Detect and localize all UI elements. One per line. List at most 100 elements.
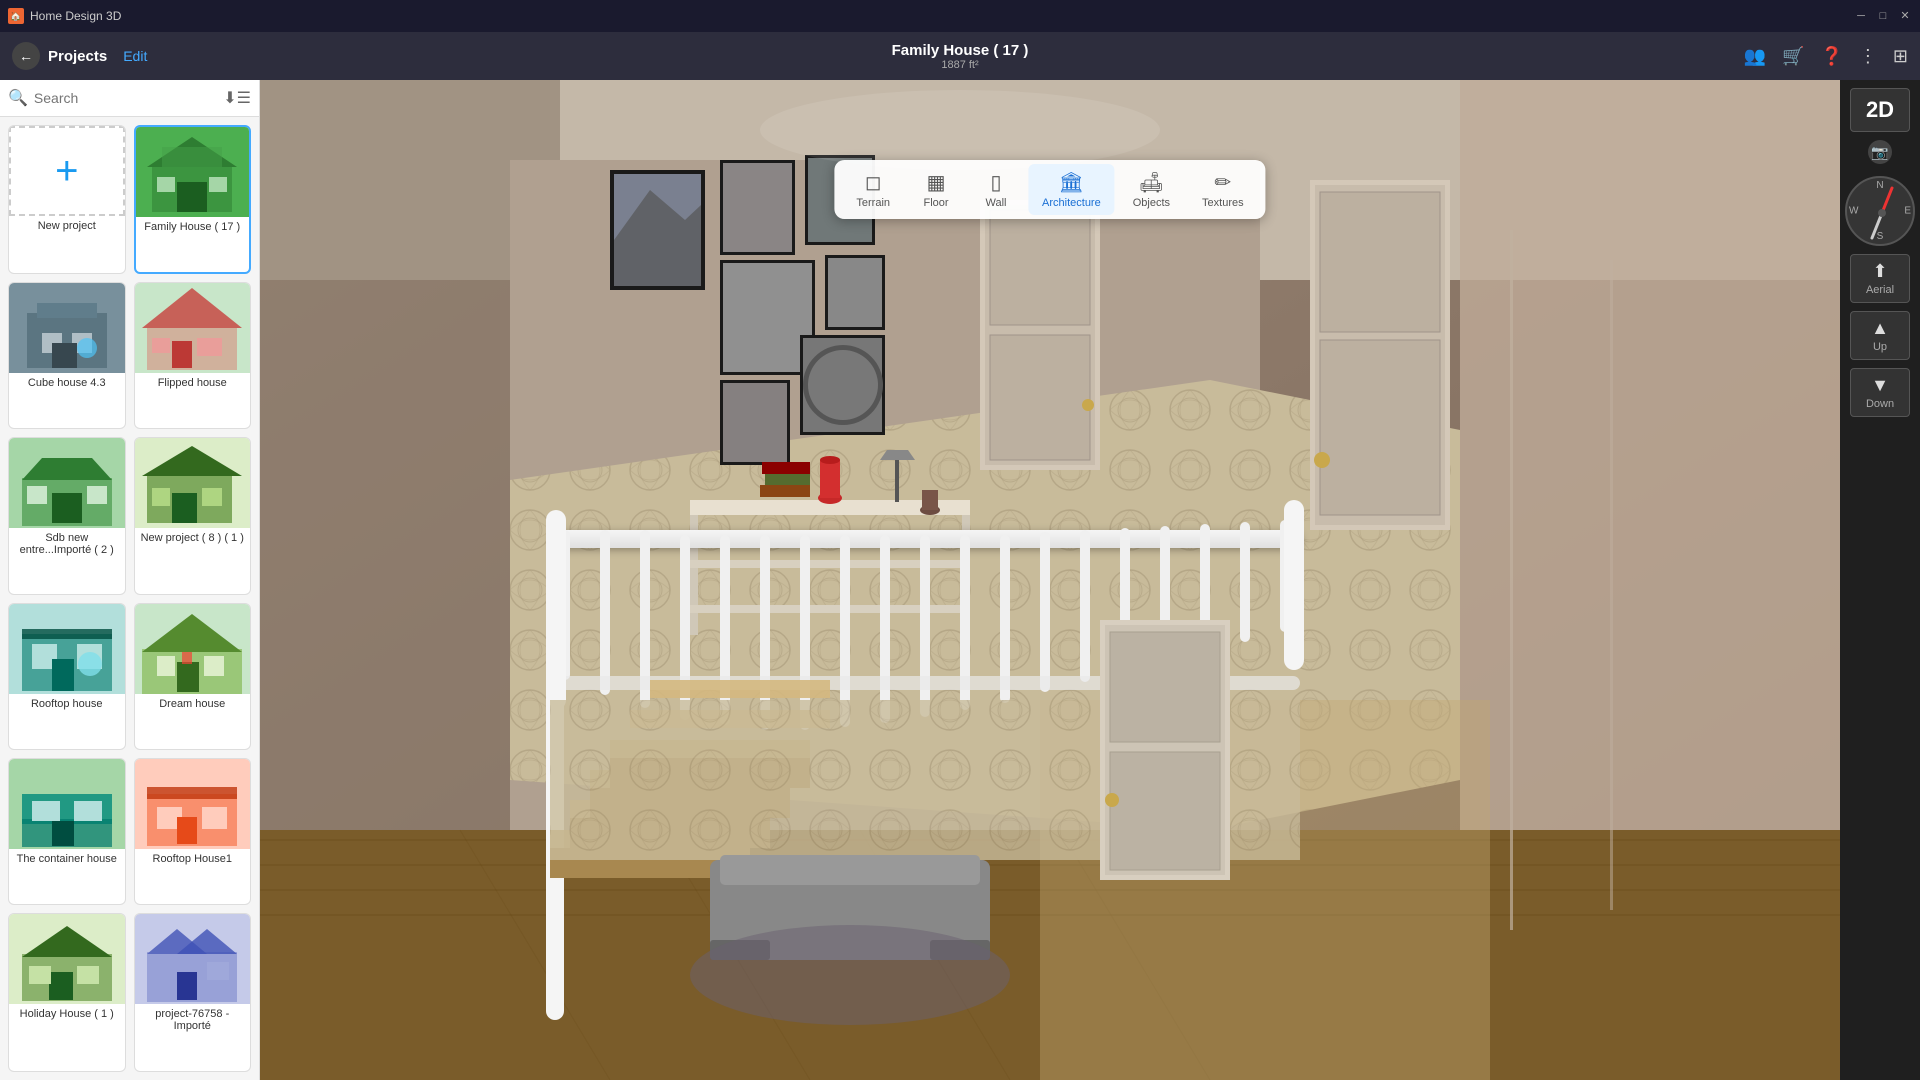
search-icon: 🔍 xyxy=(8,88,28,108)
down-label: Down xyxy=(1866,398,1894,410)
app-icon: 🏠 xyxy=(8,8,24,24)
app-title-text: Home Design 3D xyxy=(30,9,121,23)
objects-label: Objects xyxy=(1133,197,1170,209)
close-button[interactable]: ✕ xyxy=(1898,9,1912,23)
floor-icon: ▦ xyxy=(927,170,946,195)
main-layout: 🔍 ⬇☰ + New project xyxy=(0,80,1920,1080)
compass-circle: N S E W xyxy=(1845,176,1915,246)
terrain-icon: ◻ xyxy=(865,170,882,195)
new-project-name: New project xyxy=(9,216,125,236)
sort-icon[interactable]: ⬇☰ xyxy=(223,88,251,108)
dream-house-name: Dream house xyxy=(135,694,251,714)
app-title: 🏠 Home Design 3D xyxy=(8,8,121,24)
new-project-card[interactable]: + New project xyxy=(8,125,126,274)
toolbar-wall[interactable]: ▯ Wall xyxy=(968,164,1024,215)
rooftop-house-thumb xyxy=(9,604,125,694)
center-title: Family House ( 17 ) 1887 ft² xyxy=(892,42,1029,71)
cube-house-card[interactable]: Cube house 4.3 xyxy=(8,282,126,429)
sdb-new-thumb xyxy=(9,438,125,528)
cart-icon[interactable]: 🛒 xyxy=(1782,46,1804,67)
project-main-title: Family House ( 17 ) xyxy=(892,42,1029,59)
project-subtitle: 1887 ft² xyxy=(892,59,1029,71)
compass-needle-svg xyxy=(1847,178,1917,248)
up-icon: ▲ xyxy=(1871,318,1889,339)
flipped-house-card[interactable]: Flipped house xyxy=(134,282,252,429)
sdb-new-name: Sdb new entre...Importé ( 2 ) xyxy=(9,528,125,560)
aerial-icon: ⬆ xyxy=(1872,261,1887,282)
new-project-8-name: New project ( 8 ) ( 1 ) xyxy=(135,528,251,548)
aerial-label: Aerial xyxy=(1866,284,1894,296)
rooftop-house1-card[interactable]: Rooftop House1 xyxy=(134,758,252,905)
rooftop-house-card[interactable]: Rooftop house xyxy=(8,603,126,750)
textures-icon: ✏ xyxy=(1214,170,1231,195)
project-76758-name: project-76758 - Importé xyxy=(135,1004,251,1036)
terrain-label: Terrain xyxy=(856,197,890,209)
toolbar-objects[interactable]: 🛋 Objects xyxy=(1119,164,1184,215)
family-house-name: Family House ( 17 ) xyxy=(136,217,250,237)
viewport: ◻ Terrain ▦ Floor ▯ Wall 🏛 Architecture … xyxy=(260,80,1840,1080)
maximize-button[interactable]: □ xyxy=(1876,9,1890,23)
flipped-house-name: Flipped house xyxy=(135,373,251,393)
projects-grid: + New project Family House ( 17 ) xyxy=(0,117,259,1080)
aerial-view-button[interactable]: ⬆ Aerial xyxy=(1850,254,1910,303)
compass: N S E W xyxy=(1845,176,1915,246)
container-house-card[interactable]: The container house xyxy=(8,758,126,905)
container-house-thumb xyxy=(9,759,125,849)
family-house-thumb xyxy=(136,127,250,217)
down-icon: ▼ xyxy=(1871,375,1889,396)
right-nav: 👥 🛒 ❓ ⋮ ⊞ xyxy=(1744,46,1908,67)
project-76758-thumb xyxy=(135,914,251,1004)
wall-icon: ▯ xyxy=(991,170,1002,195)
new-project-8-thumb xyxy=(135,438,251,528)
new-project-8-card[interactable]: New project ( 8 ) ( 1 ) xyxy=(134,437,252,596)
camera-button[interactable]: 📷 xyxy=(1868,140,1892,164)
floor-label: Floor xyxy=(923,197,948,209)
back-button[interactable]: ← xyxy=(12,42,40,70)
left-nav: ← Projects Edit xyxy=(12,42,147,70)
project-76758-card[interactable]: project-76758 - Importé xyxy=(134,913,252,1072)
rooftop-house1-name: Rooftop House1 xyxy=(135,849,251,869)
up-view-button[interactable]: ▲ Up xyxy=(1850,311,1910,360)
up-label: Up xyxy=(1873,341,1887,353)
toolbar-textures[interactable]: ✏ Textures xyxy=(1188,164,1258,215)
more-icon[interactable]: ⋮ xyxy=(1859,46,1877,67)
sdb-new-card[interactable]: Sdb new entre...Importé ( 2 ) xyxy=(8,437,126,596)
view-2d-button[interactable]: 2D xyxy=(1850,88,1910,132)
cube-house-name: Cube house 4.3 xyxy=(9,373,125,393)
rooftop-house1-thumb xyxy=(135,759,251,849)
right-panel: 2D 📷 N S E W ⬆ Aerial ▲ Up xyxy=(1840,80,1920,1080)
cube-house-thumb xyxy=(9,283,125,373)
interior-scene xyxy=(260,80,1840,1080)
toolbar-floor[interactable]: ▦ Floor xyxy=(908,164,964,215)
search-bar: 🔍 ⬇☰ xyxy=(0,80,259,117)
textures-label: Textures xyxy=(1202,197,1244,209)
users-icon[interactable]: 👥 xyxy=(1744,46,1766,67)
dream-house-thumb xyxy=(135,604,251,694)
sidebar: 🔍 ⬇☰ + New project xyxy=(0,80,260,1080)
camera-icon: 📷 xyxy=(1871,144,1888,161)
wall-label: Wall xyxy=(986,197,1007,209)
toolbar-terrain[interactable]: ◻ Terrain xyxy=(842,164,904,215)
help-icon[interactable]: ❓ xyxy=(1820,46,1842,67)
new-project-thumb: + xyxy=(9,126,125,216)
architecture-icon: 🏛 xyxy=(1059,170,1084,195)
rooftop-house-name: Rooftop house xyxy=(9,694,125,714)
container-house-name: The container house xyxy=(9,849,125,869)
architecture-label: Architecture xyxy=(1042,197,1101,209)
toolbar: ◻ Terrain ▦ Floor ▯ Wall 🏛 Architecture … xyxy=(834,160,1265,219)
dream-house-card[interactable]: Dream house xyxy=(134,603,252,750)
holiday-house-name: Holiday House ( 1 ) xyxy=(9,1004,125,1024)
edit-button[interactable]: Edit xyxy=(123,48,147,64)
search-input[interactable] xyxy=(34,90,217,106)
family-house-card[interactable]: Family House ( 17 ) xyxy=(134,125,252,274)
down-view-button[interactable]: ▼ Down xyxy=(1850,368,1910,417)
toolbar-architecture[interactable]: 🏛 Architecture xyxy=(1028,164,1115,215)
grid-icon[interactable]: ⊞ xyxy=(1893,46,1908,67)
holiday-house-card[interactable]: Holiday House ( 1 ) xyxy=(8,913,126,1072)
title-bar: 🏠 Home Design 3D ─ □ ✕ xyxy=(0,0,1920,32)
flipped-house-thumb xyxy=(135,283,251,373)
nav-bar: ← Projects Edit Family House ( 17 ) 1887… xyxy=(0,32,1920,80)
minimize-button[interactable]: ─ xyxy=(1854,9,1868,23)
objects-icon: 🛋 xyxy=(1139,170,1164,195)
holiday-house-thumb xyxy=(9,914,125,1004)
